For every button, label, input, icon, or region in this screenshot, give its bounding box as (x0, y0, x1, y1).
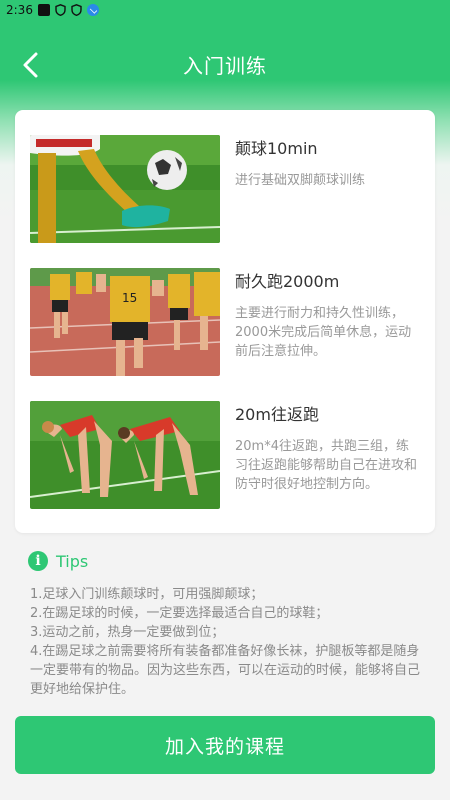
status-bar: 2:36 (0, 0, 450, 20)
training-item-desc: 20m*4往返跑，共跑三组，练习往返跑能够帮助自己在进攻和防守时很好地控制方向。 (235, 439, 418, 492)
training-item-desc: 进行基础双脚颠球训练 (235, 173, 366, 188)
status-time: 2:36 (6, 3, 33, 17)
join-course-button[interactable]: 加入我的课程 (15, 716, 435, 774)
training-item[interactable]: 颠球10min 进行基础双脚颠球训练 (30, 135, 420, 243)
training-item-title: 耐久跑2000m (235, 272, 340, 291)
training-list-card: 颠球10min 进行基础双脚颠球训练 15 耐久跑2000m 主要进行耐力和持久… (15, 110, 435, 533)
tips-list: 1.足球入门训练颠球时，可用强脚颠球； 2.在踢足球的时候，一定要选择最适合自己… (30, 585, 425, 699)
tip-item: 1.足球入门训练颠球时，可用强脚颠球； (30, 587, 264, 602)
training-item-title: 20m往返跑 (235, 405, 319, 424)
tip-item: 2.在踢足球的时候，一定要选择最适合自己的球鞋； (30, 606, 329, 621)
tips-header: i Tips (28, 550, 88, 572)
tip-item: 3.运动之前，热身一定要做到位； (30, 625, 225, 640)
training-item[interactable]: 15 耐久跑2000m 主要进行耐力和持久性训练，2000米完成后简单休息，运动… (30, 268, 420, 376)
page-title: 入门训练 (183, 54, 267, 78)
info-icon: i (28, 551, 48, 571)
bluetooth-icon (86, 4, 99, 16)
svg-text:15: 15 (122, 291, 137, 305)
track-running-image: 15 (30, 268, 220, 376)
training-item-title: 颠球10min (235, 139, 318, 158)
soccer-juggling-image (30, 135, 220, 243)
tips-title: Tips (56, 551, 89, 571)
nav-bar: 入门训练 (0, 36, 450, 92)
shield-icon (55, 4, 66, 16)
stretching-image (30, 401, 220, 509)
tip-item: 4.在踢足球之前需要将所有装备都准备好像长袜，护腿板等都是随身一定要带有的物品。… (30, 644, 421, 697)
training-item[interactable]: 20m往返跑 20m*4往返跑，共跑三组，练习往返跑能够帮助自己在进攻和防守时很… (30, 401, 420, 509)
notification-icon (37, 4, 50, 16)
training-item-desc: 主要进行耐力和持久性训练，2000米完成后简单休息，运动前后注意拉伸。 (235, 306, 412, 359)
shield-outline-icon (71, 4, 82, 16)
